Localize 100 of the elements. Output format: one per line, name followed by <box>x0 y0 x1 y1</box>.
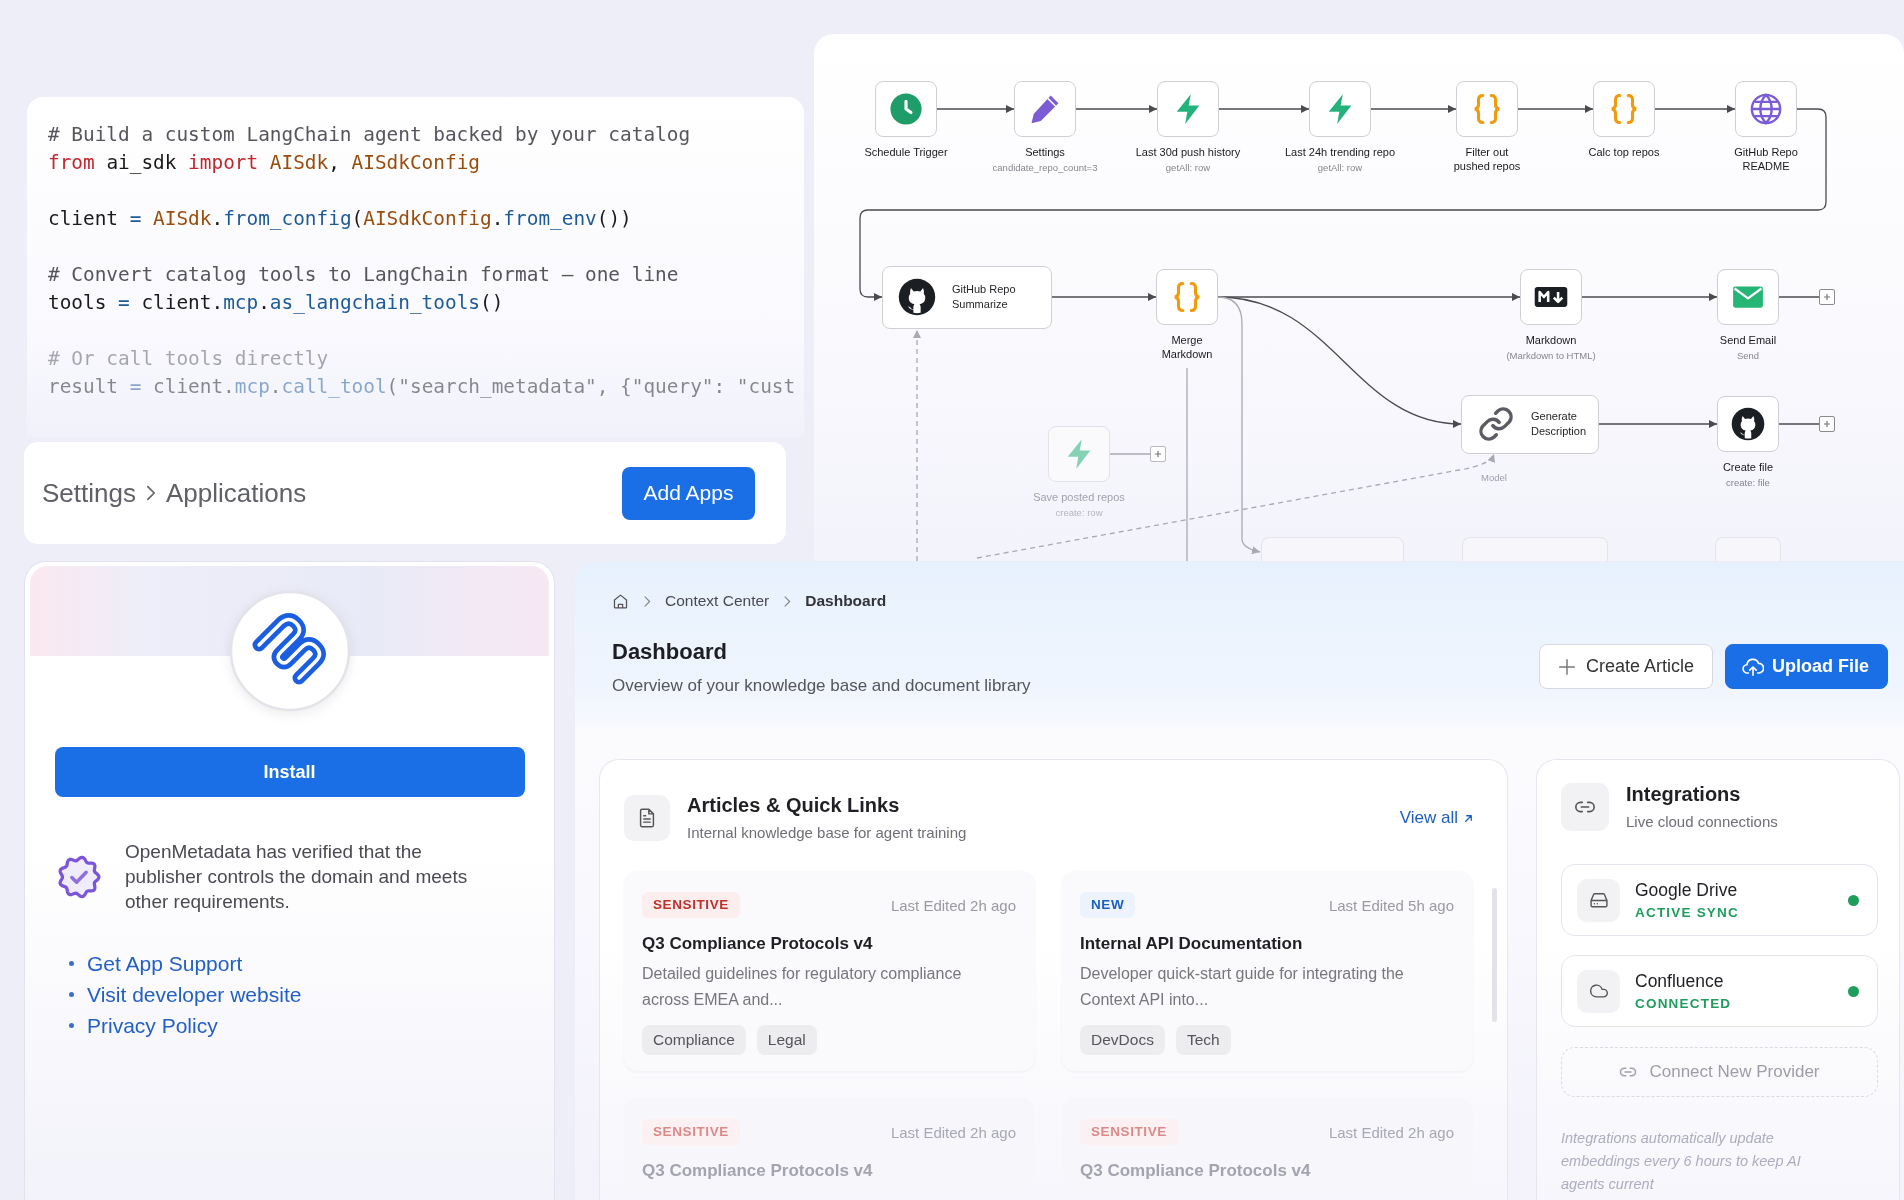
workflow-node[interactable] <box>1014 81 1076 137</box>
article-description: Developer quick-start guide for integrating the Context API into... <box>1080 964 1405 1010</box>
code-line: # Build a custom LangChain agent backed by your catalog <box>48 122 692 148</box>
add-node-button[interactable] <box>1150 446 1166 462</box>
node-sublabel: create: row <box>1055 507 1103 519</box>
status-badge: NEW <box>1080 892 1136 918</box>
node-label: Send Email <box>1719 333 1777 347</box>
node-label: Calc top repos <box>1588 145 1660 159</box>
connector-line <box>1778 296 1820 298</box>
connector-line <box>1109 453 1151 455</box>
hard-drive-icon <box>1577 878 1620 922</box>
workflow-node[interactable] <box>1309 81 1371 137</box>
edited-time: Last Edited 2h ago <box>890 1123 1016 1141</box>
bullet-icon <box>69 961 74 966</box>
create-button[interactable]: Create Article <box>1538 644 1713 689</box>
support-link[interactable]: Visit developer website <box>87 982 302 1007</box>
integration-item[interactable]: Google Drive ACTIVE SYNC <box>1561 864 1878 936</box>
workflow-node[interactable] <box>1456 81 1518 137</box>
home-icon[interactable] <box>612 592 629 610</box>
workflow-node[interactable] <box>1157 81 1219 137</box>
workflow-node[interactable] <box>1048 426 1110 482</box>
scrollbar-thumb[interactable] <box>1492 888 1497 1022</box>
integrations-note: Integrations automatically update embeddings every 6 hours to keep AI agents current <box>1561 1129 1802 1194</box>
add-apps-button[interactable]: Add Apps <box>622 466 755 520</box>
bullet-icon <box>69 992 74 997</box>
view-all-link[interactable]: View all <box>1399 808 1474 828</box>
code-line: tools = client.mcp.as_langchain_tools() <box>48 290 505 316</box>
node-sublabel: getAll: row <box>1317 162 1363 174</box>
install-button[interactable]: Install <box>54 747 525 797</box>
workflow-node[interactable] <box>1520 269 1582 325</box>
sync-status: CONNECTED <box>1635 994 1733 1013</box>
code-line: from ai_sdk import AISdk, AISdkConfig <box>48 150 481 176</box>
article-description: Detailed guidelines for regulatory compliance across EMEA and... <box>642 964 963 1010</box>
connector-line <box>1778 423 1820 425</box>
workflow-node[interactable]: GitHub Repo Summarize <box>882 265 1052 329</box>
page-subtitle: Overview of your knowledge base and document library <box>612 675 1031 697</box>
article-title: Q3 Compliance Protocols v4 <box>642 1160 874 1182</box>
breadcrumb-item[interactable]: Context Center <box>665 592 770 610</box>
breadcrumb-item[interactable]: Dashboard <box>805 592 887 610</box>
breadcrumb-item[interactable]: Settings <box>42 477 136 509</box>
tag[interactable]: Tech <box>1175 1025 1231 1055</box>
section-subtitle: Live cloud connections <box>1626 812 1779 832</box>
edited-time: Last Edited 2h ago <box>1328 1123 1454 1141</box>
integration-item[interactable]: Confluence CONNECTED <box>1561 955 1878 1027</box>
plus-icon <box>1822 419 1832 429</box>
provider-name: Google Drive <box>1635 878 1739 901</box>
workflow-node[interactable] <box>1735 81 1797 137</box>
node-sublabel: candidate_repo_count=3 <box>992 162 1098 174</box>
arrow-up-right-icon <box>1463 812 1474 824</box>
workflow-node[interactable] <box>1717 269 1779 325</box>
tag[interactable]: Compliance <box>642 1025 746 1055</box>
workflow-node[interactable] <box>1156 269 1218 325</box>
document-icon <box>624 795 670 841</box>
tag[interactable]: Legal <box>756 1025 817 1055</box>
tag[interactable]: DevDocs <box>1080 1025 1165 1055</box>
chevron-right-icon <box>643 594 651 608</box>
section-title: Integrations <box>1626 782 1742 806</box>
node-label: Last 30d push history <box>1135 145 1241 159</box>
node-label: GitHub Repo Summarize <box>952 282 1016 312</box>
node-label: Create file <box>1722 460 1774 474</box>
section-subtitle: Internal knowledge base for agent training <box>687 823 968 843</box>
code-line: # Or call tools directly <box>48 346 330 372</box>
verified-seal-icon <box>56 853 102 900</box>
add-node-button[interactable] <box>1819 416 1835 432</box>
upload-button[interactable]: Upload File <box>1725 644 1888 689</box>
node-label: Generate Description <box>1531 409 1587 439</box>
node-label: Merge Markdown <box>1161 333 1213 361</box>
verification-text: OpenMetadata has verified that the publisher controls the domain and meets other requirements. <box>125 840 469 914</box>
code-line: client = AISdk.from_config(AISdkConfig.from_env()) <box>48 206 633 232</box>
support-link[interactable]: Get App Support <box>87 951 243 976</box>
article-title: Q3 Compliance Protocols v4 <box>642 933 874 955</box>
cat-logo-icon <box>1731 407 1765 441</box>
article-card[interactable]: SENSITIVE Last Edited 2h ago Q3 Compliance Protocols v4 Detailed guidelines for regulatory compliance across EMEA and... Compliance Legal <box>624 871 1035 1071</box>
breadcrumb-item: Applications <box>165 477 307 509</box>
node-label: Last 24h trending repo <box>1284 145 1396 159</box>
workflow-node[interactable] <box>1717 396 1779 452</box>
connection-label: Model <box>1481 472 1507 483</box>
node-label: Settings <box>1025 145 1065 159</box>
plus-icon <box>1153 449 1163 459</box>
clock-icon <box>889 92 923 126</box>
chevron-right-icon <box>145 485 156 501</box>
link-icon <box>1477 405 1515 443</box>
provider-name: Confluence <box>1635 969 1725 992</box>
workflow-node[interactable] <box>875 81 937 137</box>
workflow-node[interactable]: Generate Description <box>1461 394 1599 454</box>
add-node-button[interactable] <box>1819 289 1835 305</box>
node-sublabel: Send <box>1736 350 1760 362</box>
link-icon <box>1561 783 1609 831</box>
support-link[interactable]: Privacy Policy <box>87 1013 218 1038</box>
article-card[interactable]: NEW Last Edited 5h ago Internal API Documentation Developer quick-start guide for integrating the Context API into... DevDocs Tech <box>1062 871 1473 1071</box>
cat-logo-icon <box>898 278 936 316</box>
article-title: Q3 Compliance Protocols v4 <box>1080 1160 1312 1182</box>
section-title: Articles & Quick Links <box>687 793 901 817</box>
node-sublabel: create: file <box>1726 477 1770 489</box>
node-sublabel: getAll: row <box>1165 162 1211 174</box>
node-label: Save posted repos <box>1033 490 1125 504</box>
code-line: # Convert catalog tools to LangChain format — one line <box>48 262 680 288</box>
node-sublabel: (Markdown to HTML) <box>1506 350 1596 362</box>
workflow-node[interactable] <box>1593 81 1655 137</box>
code-line: result = client.mcp.call_tool("search_metadata", {"query": "cust <box>48 374 797 400</box>
